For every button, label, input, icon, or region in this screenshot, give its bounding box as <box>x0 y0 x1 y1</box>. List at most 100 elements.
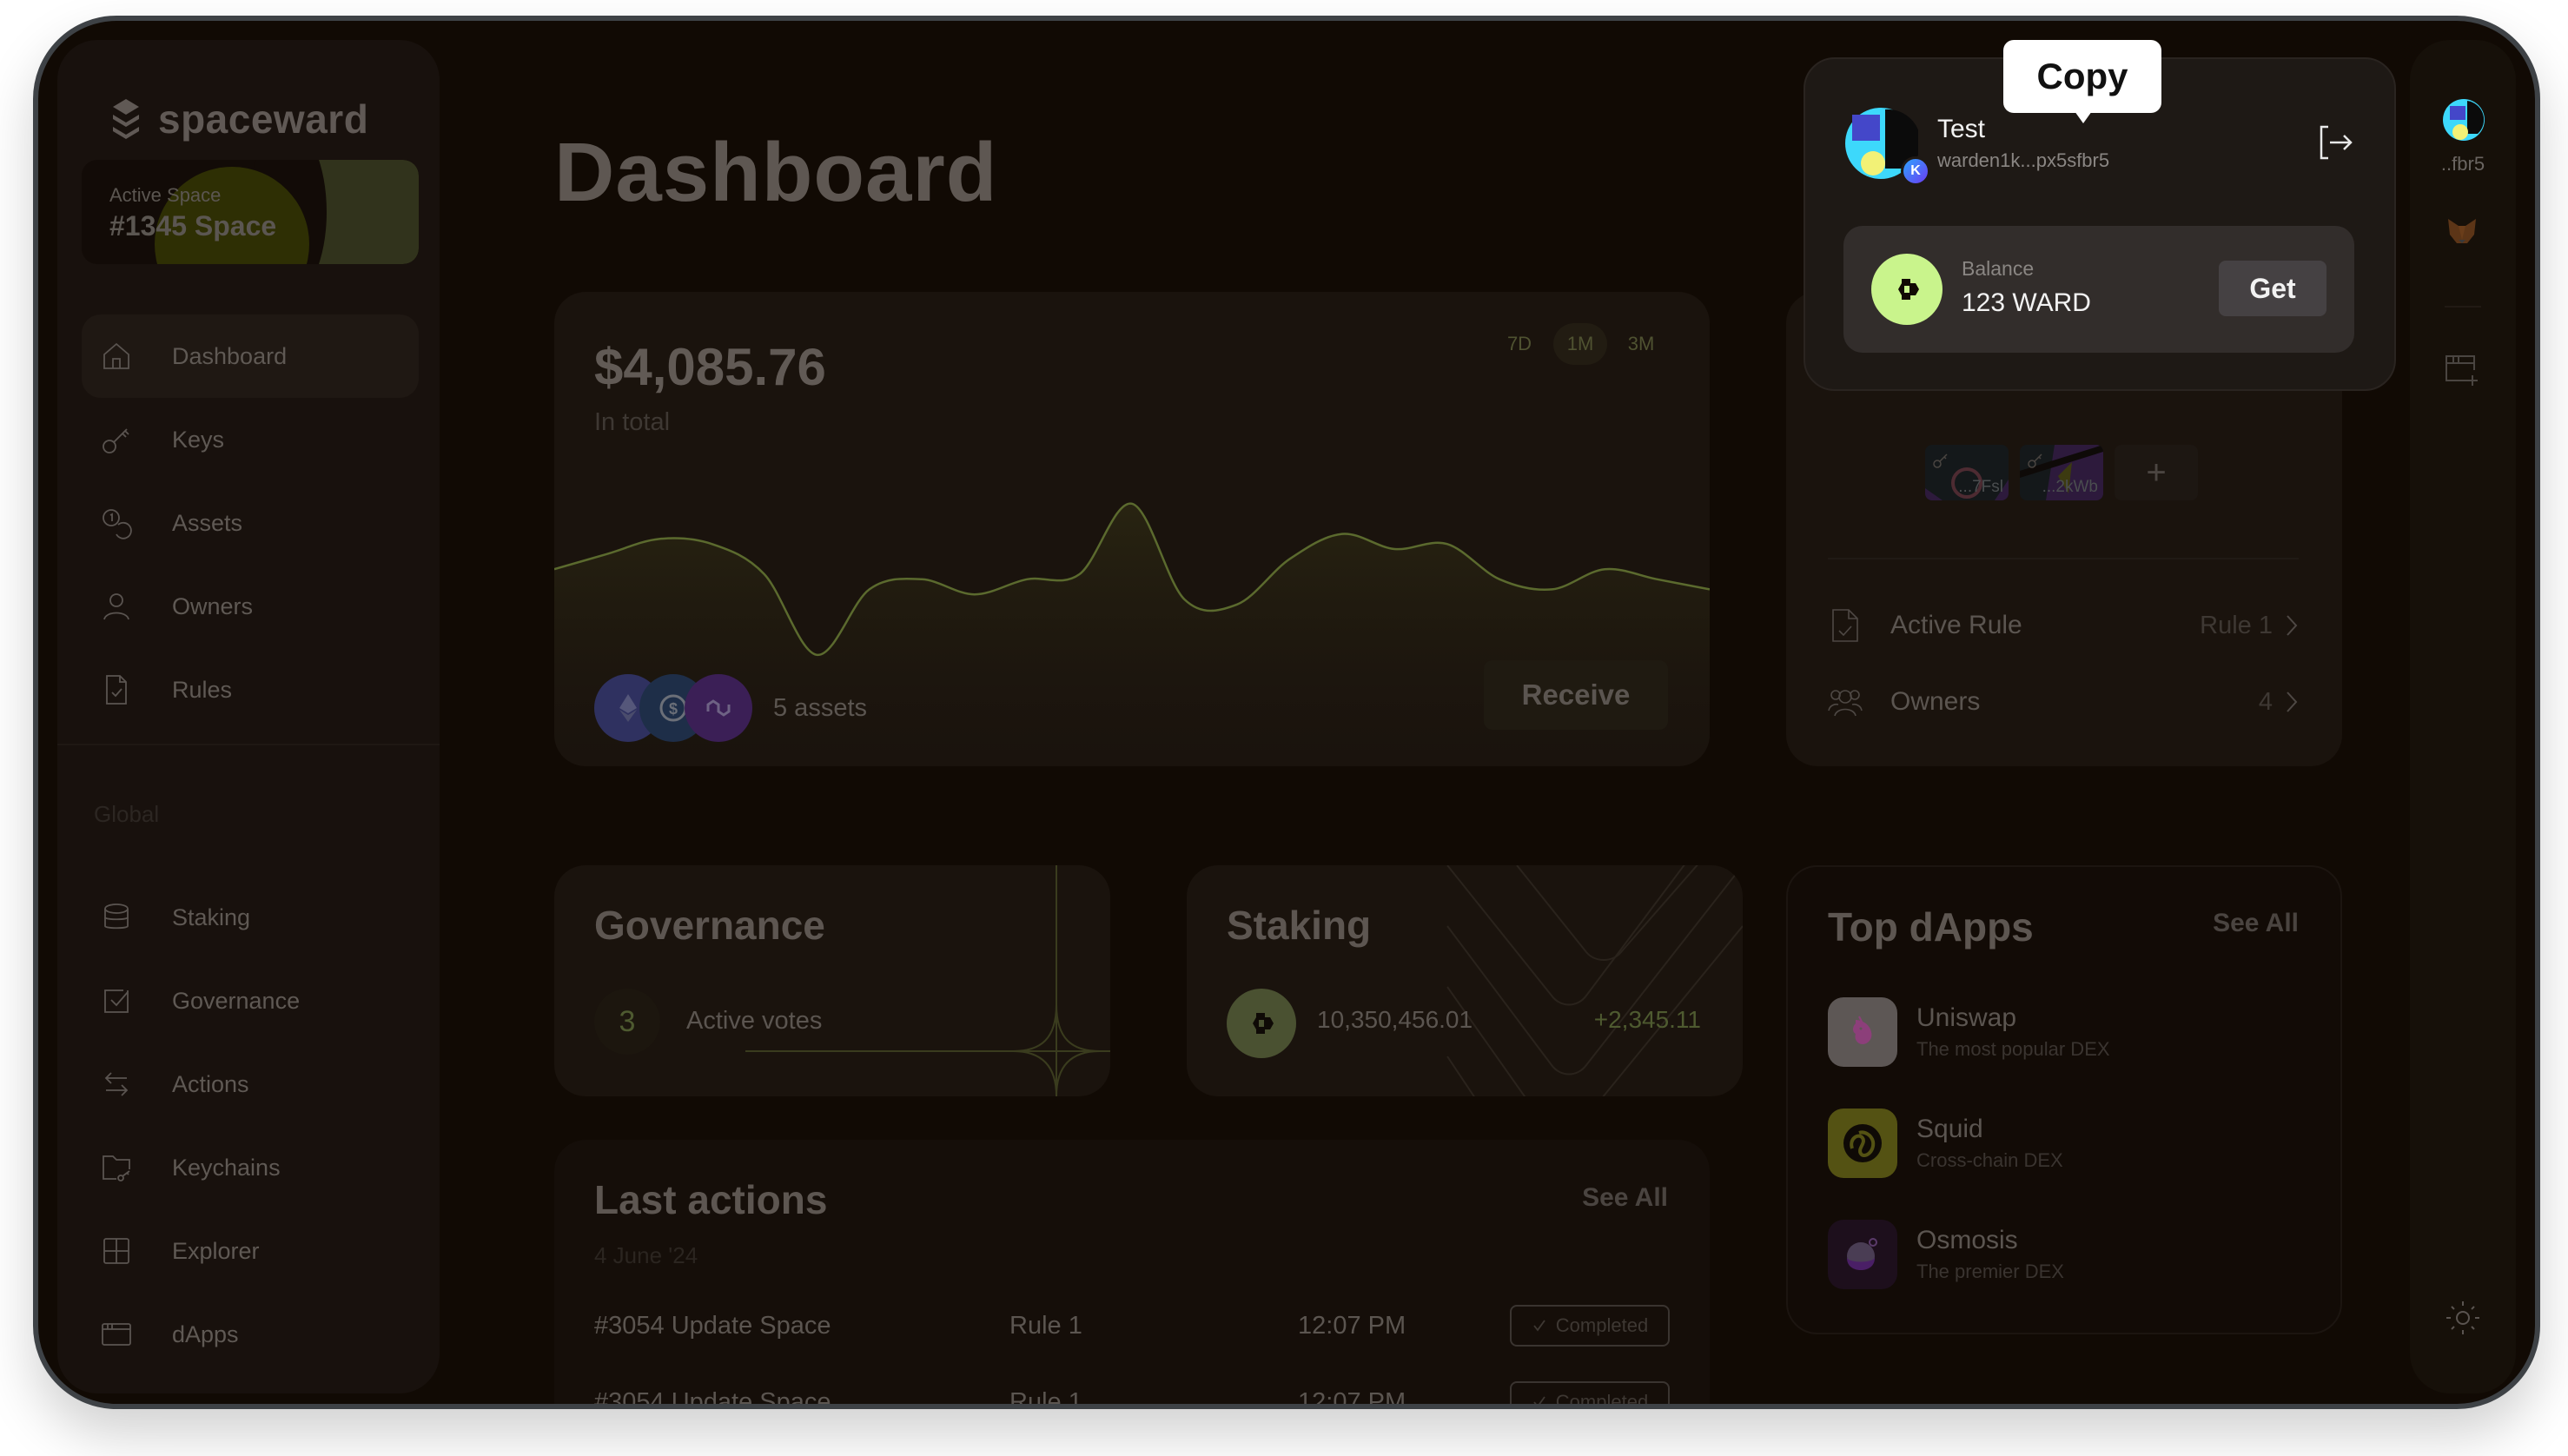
assets-count: 5 assets <box>773 693 867 722</box>
key-id: ...7Fsl <box>1958 478 2003 496</box>
receive-button[interactable]: Receive <box>1484 660 1668 730</box>
sidebar-item-dapps[interactable]: dApps <box>82 1293 419 1376</box>
brand-name: spaceward <box>158 96 369 142</box>
owners-row[interactable]: Owners 4 <box>1828 676 2299 728</box>
assets-summary[interactable]: $ 5 assets <box>594 674 867 742</box>
range-7d[interactable]: 7D <box>1492 323 1546 365</box>
dapp-item-uniswap[interactable]: Uniswap The most popular DEX <box>1828 996 2110 1069</box>
sidebar-item-explorer[interactable]: Explorer <box>82 1209 419 1293</box>
sidebar-item-dashboard[interactable]: Dashboard <box>82 314 419 398</box>
sidebar-item-label: Keychains <box>172 1154 281 1181</box>
chevron-right-icon <box>2287 692 2298 712</box>
get-ward-button[interactable]: Get <box>2219 261 2326 316</box>
total-balance: $4,085.76 <box>594 338 826 396</box>
top-dapps-see-all-link[interactable]: See All <box>2213 909 2299 938</box>
check-icon <box>1533 1396 1545 1404</box>
table-row[interactable]: #3054 Update Space Rule 1 12:07 PM Compl… <box>594 1305 1670 1347</box>
ward-coin-icon <box>1227 989 1296 1058</box>
uniswap-logo-icon <box>1828 997 1897 1067</box>
sidebar-item-keys[interactable]: Keys <box>82 398 419 481</box>
keys-list: ...7Fsl ...2kWb + <box>1925 445 2198 500</box>
users-icon <box>1828 683 1863 721</box>
sidebar-item-label: Explorer <box>172 1237 260 1264</box>
balance-value: 123 WARD <box>1962 288 2091 317</box>
status-label: Completed <box>1555 1391 1649 1409</box>
key-tile[interactable]: ...2kWb <box>2020 445 2103 500</box>
dapp-name: Uniswap <box>1916 1003 2017 1032</box>
sidebar-item-label: Dashboard <box>172 342 288 369</box>
active-space-label: Active Space <box>109 184 222 206</box>
theme-toggle-sun-icon[interactable] <box>2445 1300 2481 1336</box>
governance-decoration <box>745 865 1110 1096</box>
sidebar-item-label: Keys <box>172 426 225 453</box>
table-row[interactable]: #3054 Update Space Rule 1 12:07 PM Compl… <box>594 1381 1670 1409</box>
sidebar-item-staking[interactable]: Staking <box>82 876 419 959</box>
sidebar: spaceward Active Space #1345 Space Dashb… <box>57 40 440 1393</box>
action-time: 12:07 PM <box>1298 1311 1406 1340</box>
ward-balance-panel: Balance 123 WARD Get <box>1843 226 2354 353</box>
staked-amount: 10,350,456.01 <box>1317 1006 1473 1033</box>
last-actions-title: Last actions <box>594 1177 828 1222</box>
add-key-button[interactable]: + <box>2115 445 2198 500</box>
polygon-coin-icon <box>685 674 752 742</box>
file-check-icon <box>1828 606 1863 645</box>
account-name: Test <box>1937 115 1986 143</box>
sidebar-item-actions[interactable]: Actions <box>82 1042 419 1126</box>
range-1m[interactable]: 1M <box>1553 323 1607 365</box>
active-votes-label: Active votes <box>686 1007 823 1035</box>
top-dapps-title: Top dApps <box>1828 904 2034 950</box>
page-title: Dashboard <box>554 126 998 219</box>
last-actions-card: Last actions See All 4 June '24 #3054 Up… <box>554 1140 1710 1409</box>
key-tile[interactable]: ...7Fsl <box>1925 445 2009 500</box>
staking-card[interactable]: Staking 10,350,456.01 +2,345.11 <box>1187 865 1743 1096</box>
active-rule-row[interactable]: Active Rule Rule 1 <box>1828 599 2299 652</box>
active-space-card[interactable]: Active Space #1345 Space <box>82 160 419 264</box>
sidebar-item-label: Governance <box>172 987 301 1014</box>
action-title: #3054 Update Space <box>594 1311 831 1340</box>
database-icon <box>99 900 134 935</box>
account-avatar[interactable] <box>2443 99 2485 141</box>
dapp-description: Cross-chain DEX <box>1916 1149 2063 1171</box>
check-icon <box>1533 1320 1545 1332</box>
dapp-item-squid[interactable]: Squid Cross-chain DEX <box>1828 1107 2063 1180</box>
metamask-fox-icon[interactable] <box>2445 214 2479 248</box>
dapp-item-osmosis[interactable]: Osmosis The premier DEX <box>1828 1218 2064 1291</box>
sidebar-item-label: Staking <box>172 903 251 930</box>
staking-rewards-delta: +2,345.11 <box>1593 1006 1701 1033</box>
active-votes-count: 3 <box>594 989 660 1055</box>
logout-icon[interactable] <box>2316 123 2354 162</box>
range-3m[interactable]: 3M <box>1614 323 1668 365</box>
sidebar-item-label: Actions <box>172 1070 249 1097</box>
sidebar-item-owners[interactable]: Owners <box>82 565 419 648</box>
dapp-description: The premier DEX <box>1916 1261 2064 1282</box>
spaceward-logo-icon <box>113 99 139 139</box>
brand-logo[interactable]: spaceward <box>108 96 368 142</box>
add-app-icon[interactable] <box>2443 351 2481 387</box>
sidebar-item-keychains[interactable]: Keychains <box>82 1126 419 1209</box>
key-id: ...2kWb <box>2042 478 2098 496</box>
sidebar-item-label: Rules <box>172 676 233 703</box>
ward-coin-icon <box>1871 254 1943 325</box>
active-rule-value: Rule 1 <box>2200 611 2273 639</box>
governance-title: Governance <box>594 903 825 948</box>
active-rule-label: Active Rule <box>1890 611 2022 639</box>
wallet-type-badge: K <box>1901 156 1930 186</box>
sidebar-item-assets[interactable]: Assets <box>82 481 419 565</box>
browser-window-icon <box>99 1317 134 1352</box>
balance-label: Balance <box>1962 257 2035 280</box>
governance-card[interactable]: Governance 3 Active votes <box>554 865 1110 1096</box>
staking-decoration <box>1446 865 1743 1096</box>
osmosis-logo-icon <box>1828 1220 1897 1289</box>
sidebar-item-rules[interactable]: Rules <box>82 648 419 731</box>
status-label: Completed <box>1555 1314 1649 1336</box>
home-icon <box>99 339 134 374</box>
account-address[interactable]: warden1k...px5sfbr5 <box>1937 149 2109 172</box>
top-dapps-card: Top dApps See All Uniswap The most popul… <box>1786 865 2342 1334</box>
owners-label: Owners <box>1890 687 1981 716</box>
folder-key-icon <box>99 1150 134 1185</box>
balance-card: $4,085.76 In total 7D 1M 3M $ 5 assets R… <box>554 292 1710 766</box>
account-address-short[interactable]: ..fbr5 <box>2410 153 2516 175</box>
last-actions-see-all-link[interactable]: See All <box>1582 1183 1668 1213</box>
sidebar-item-governance[interactable]: Governance <box>82 959 419 1042</box>
squid-logo-icon <box>1828 1109 1897 1178</box>
